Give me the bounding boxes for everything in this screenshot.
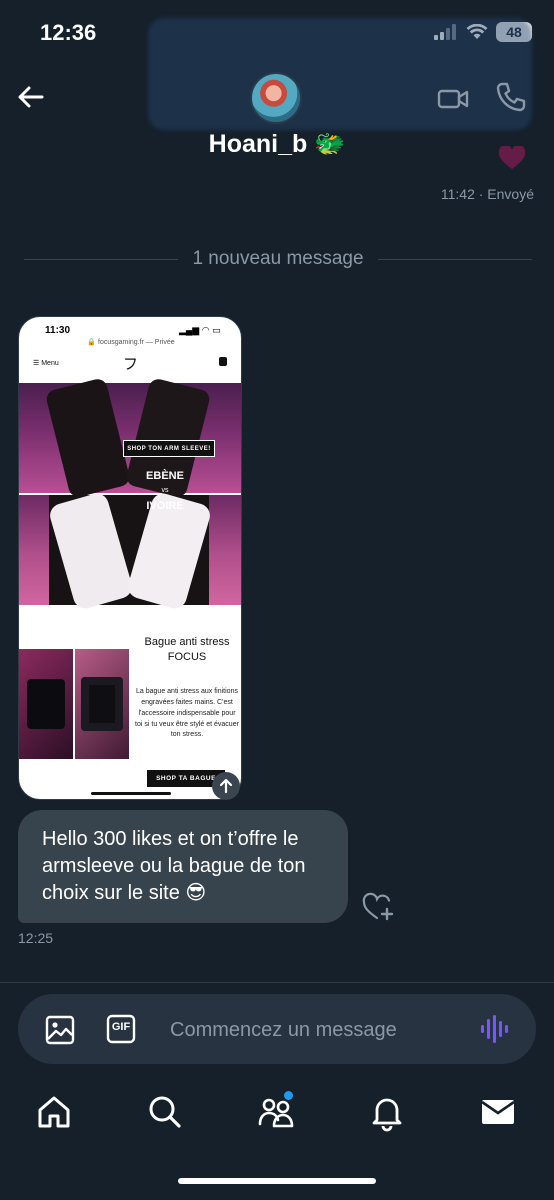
sent-status: 11:42 · Envoyé xyxy=(440,186,534,202)
image-logo: フ xyxy=(123,356,139,373)
video-call-button[interactable] xyxy=(436,82,470,116)
avatar[interactable] xyxy=(250,72,302,124)
bague-title: Bague anti stress FOCUS xyxy=(144,636,230,664)
back-button[interactable] xyxy=(14,80,48,114)
divider-line xyxy=(24,258,179,260)
contact-name[interactable]: Hoani_b 🐲 xyxy=(0,130,554,159)
home-icon[interactable] xyxy=(34,1092,74,1132)
image-attach-button[interactable] xyxy=(44,1014,76,1046)
gif-button[interactable]: GIF xyxy=(106,1014,136,1044)
search-icon[interactable] xyxy=(145,1092,185,1132)
image-status-time: 11:30 xyxy=(45,325,71,336)
image-url: 🔒 focusgaming.fr — Privée xyxy=(87,339,175,346)
notification-banner-ghost xyxy=(148,18,532,130)
new-message-divider: 1 nouveau message xyxy=(24,248,532,270)
image-home-indicator xyxy=(91,792,171,795)
ring-photo xyxy=(75,649,129,759)
heart-reaction-icon xyxy=(498,146,526,169)
notifications-icon[interactable] xyxy=(367,1092,407,1132)
voice-message-button[interactable] xyxy=(478,1012,512,1046)
ring-photo xyxy=(19,649,73,759)
communities-badge xyxy=(284,1091,293,1100)
arm-figure xyxy=(44,377,132,499)
share-icon xyxy=(219,778,233,794)
image-status-icons: ▂▄▆ ◠ ▭ xyxy=(179,325,221,335)
gif-label: GIF xyxy=(111,1021,131,1033)
image-message[interactable]: 11:30 ▂▄▆ ◠ ▭ 🔒 focusgaming.fr — Privée … xyxy=(18,316,242,800)
divider-label: 1 nouveau message xyxy=(192,248,364,269)
image-panel-ebene xyxy=(19,377,241,499)
divider-line xyxy=(377,258,532,260)
phone-call-button[interactable] xyxy=(494,80,528,114)
message-time: 12:25 xyxy=(18,930,54,946)
bague-description: La bague anti stress aux finitions engra… xyxy=(135,688,239,739)
messages-icon[interactable] xyxy=(478,1092,518,1132)
vs-label: vs xyxy=(161,487,169,494)
composer-divider xyxy=(0,982,554,983)
ivoire-label: IVOIRE xyxy=(146,500,184,512)
received-message[interactable]: Hello 300 likes et on t’offre le armslee… xyxy=(18,810,348,923)
add-reaction-button[interactable] xyxy=(362,892,396,922)
share-button[interactable] xyxy=(212,772,240,800)
bag-icon xyxy=(219,357,227,366)
message-input[interactable] xyxy=(170,1014,460,1046)
image-menu: ☰ Menu xyxy=(33,360,59,367)
status-time: 12:36 xyxy=(40,20,97,45)
ebene-label: EBÈNE xyxy=(146,470,184,482)
home-indicator[interactable] xyxy=(178,1178,376,1184)
shop-arm-sleeve-button: SHOP TON ARM SLEEVE! xyxy=(123,440,215,457)
